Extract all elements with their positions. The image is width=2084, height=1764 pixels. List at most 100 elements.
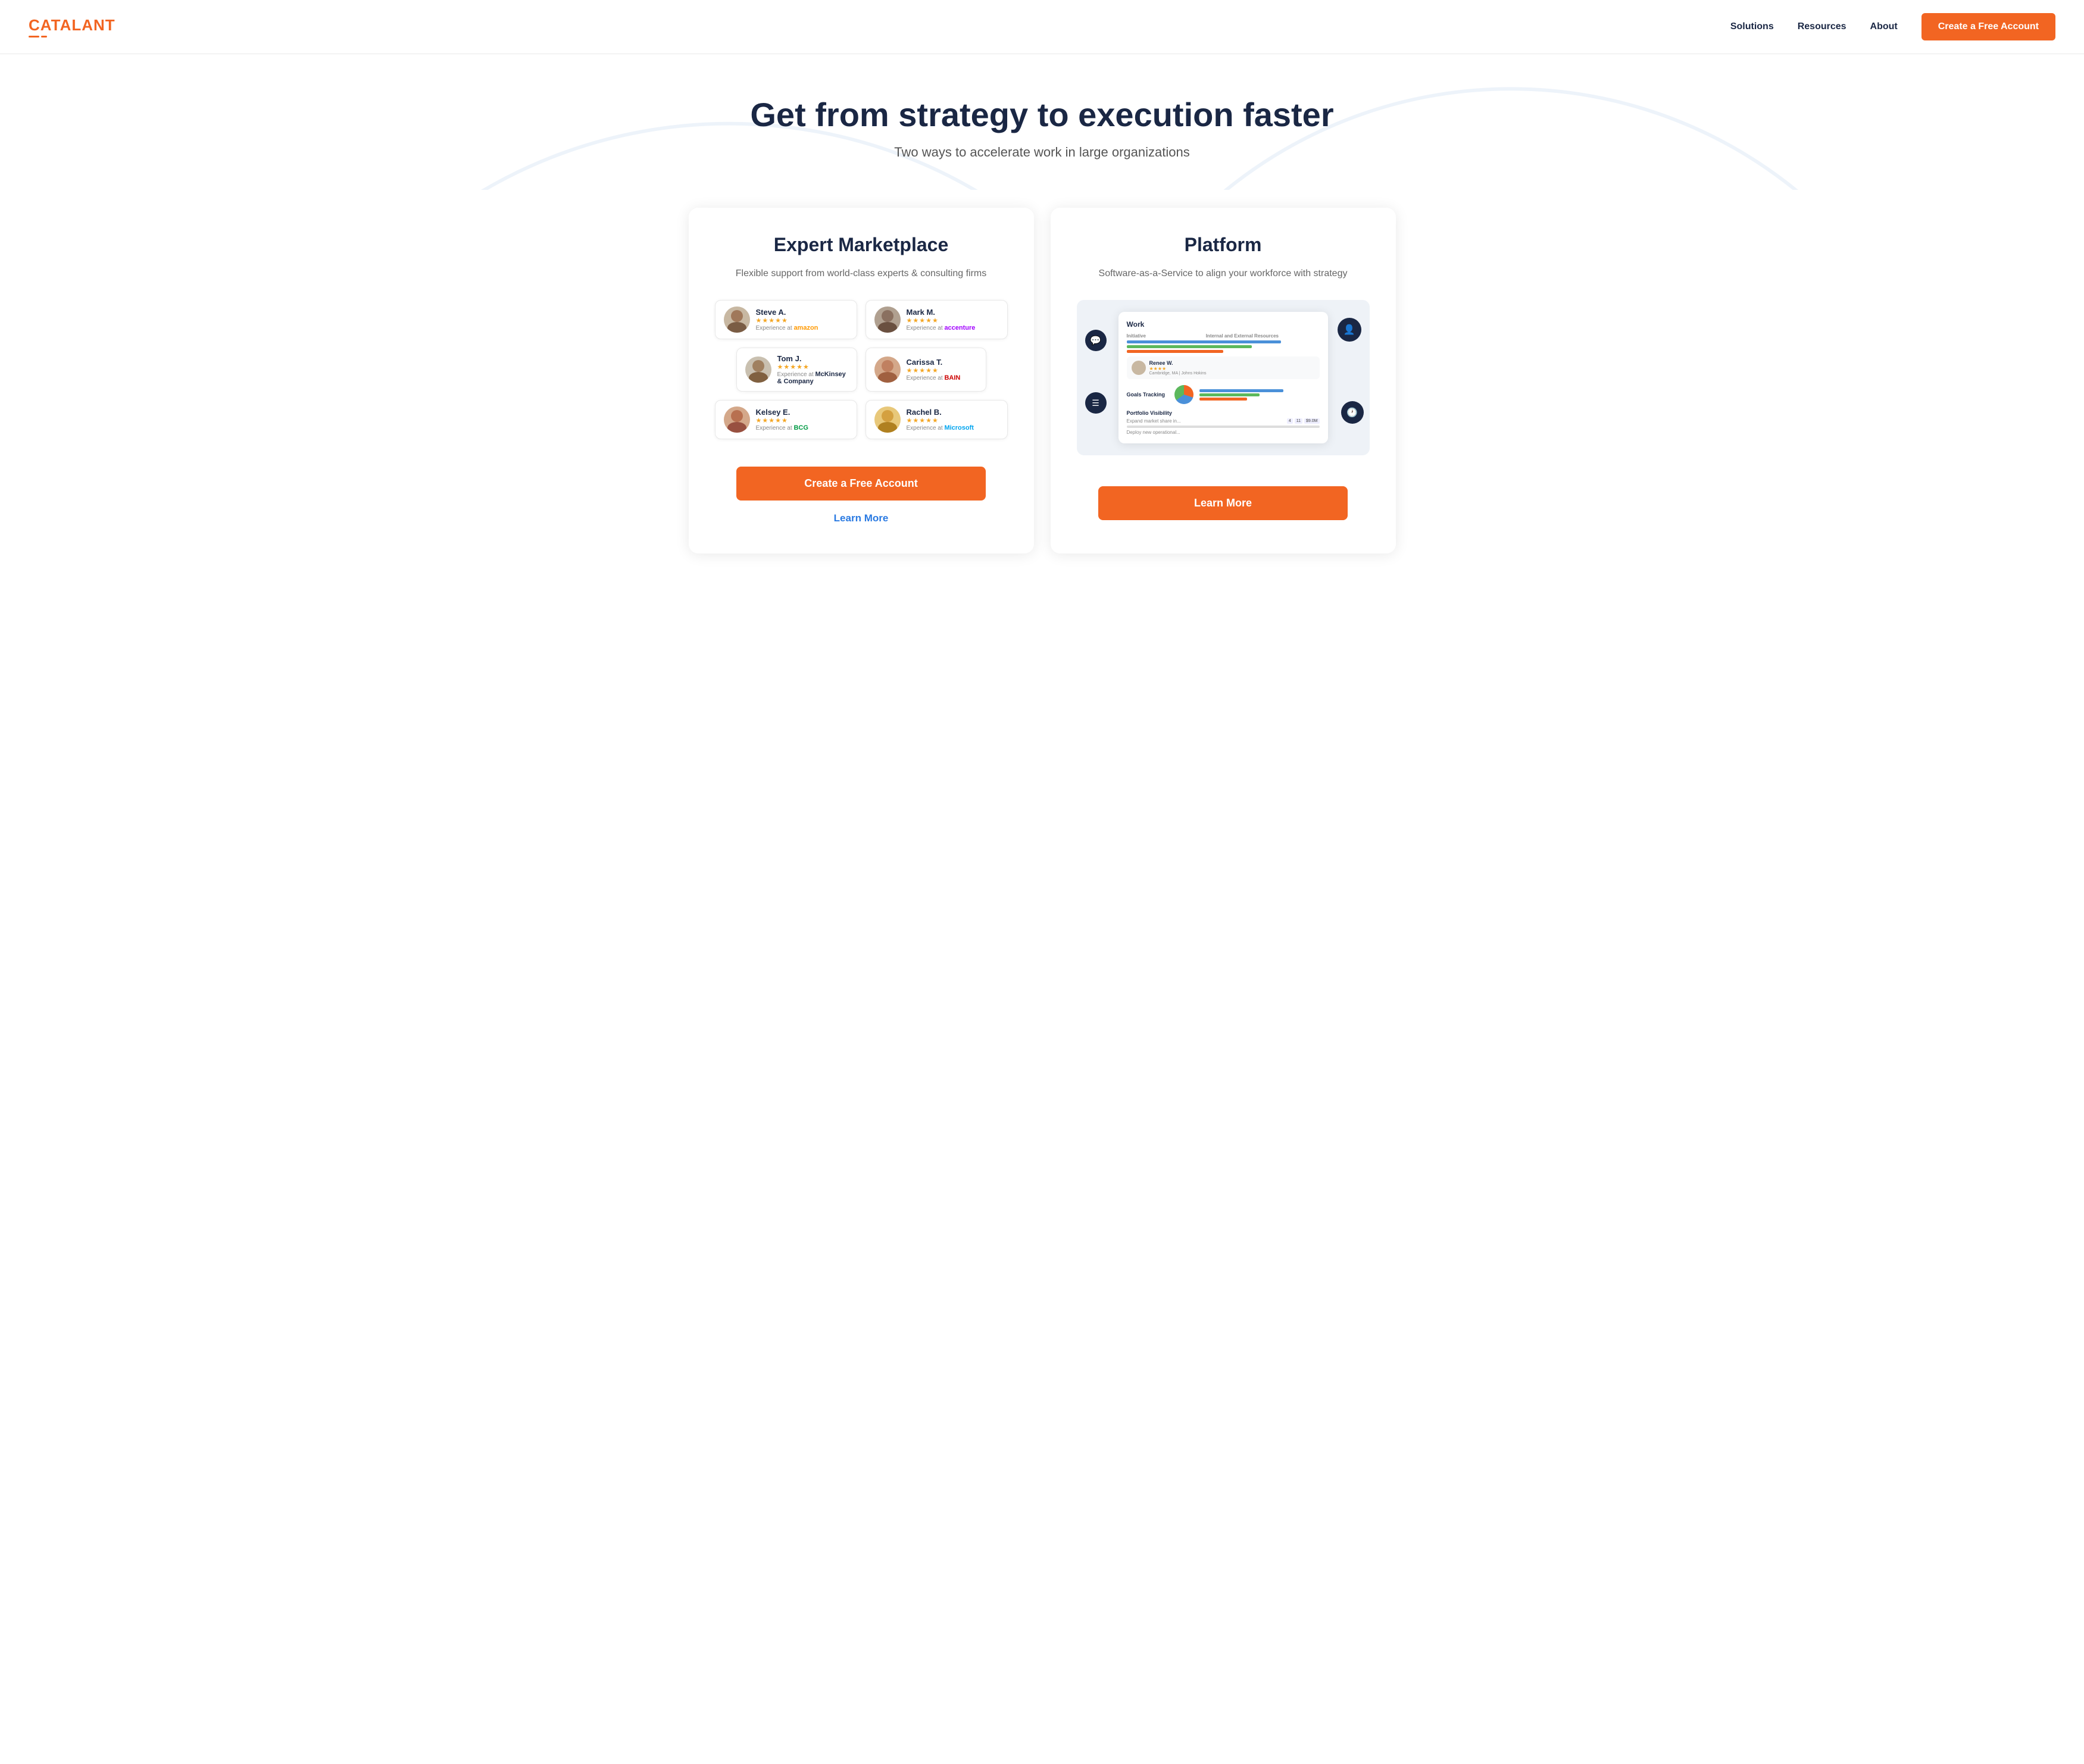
marketplace-learn-more-link[interactable]: Learn More — [834, 512, 889, 524]
nav-resources[interactable]: Resources — [1798, 21, 1846, 32]
expert-exp-kelsey: Experience at BCG — [756, 424, 808, 431]
logo-bar-2 — [41, 36, 47, 37]
mock-profile-avatar — [1132, 361, 1146, 375]
marketplace-card: Expert Marketplace Flexible support from… — [689, 208, 1034, 553]
hero-section: Get from strategy to execution faster Tw… — [0, 54, 2084, 190]
hero-heading: Get from strategy to execution faster — [29, 96, 2055, 134]
expert-exp-rachel: Experience at Microsoft — [907, 424, 974, 431]
expert-info-kelsey: Kelsey E. ★★★★★ Experience at BCG — [756, 408, 808, 431]
expert-avatar-steve — [724, 306, 750, 333]
logo-wordmark: CATALANT — [29, 16, 115, 34]
expert-avatar-rachel — [874, 406, 901, 433]
expert-card-mark: Mark M. ★★★★★ Experience at accenture — [866, 300, 1008, 339]
expert-company-mark: accenture — [944, 324, 975, 331]
expert-name-kelsey: Kelsey E. — [756, 408, 808, 417]
expert-stars-tom: ★★★★★ — [777, 363, 848, 371]
mock-goals-section: Goals Tracking — [1127, 385, 1320, 404]
mock-stat-2: 11 — [1295, 418, 1302, 424]
mock-bar-chart-area — [1199, 389, 1320, 401]
expert-name-carissa: Carissa T. — [907, 358, 961, 367]
platform-title: Platform — [1185, 234, 1262, 256]
mock-deploy-label: Deploy new operational... — [1127, 430, 1320, 435]
expert-name-mark: Mark M. — [907, 308, 976, 317]
mock-initiative-header: Initiative Internal and External Resourc… — [1127, 333, 1320, 339]
expert-row-1: Steve A. ★★★★★ Experience at amazon Mark… — [715, 300, 1008, 339]
expert-avatar-mark — [874, 306, 901, 333]
mock-portfolio-row-1: Expand market share in... 4 11 $9.0M — [1127, 418, 1320, 424]
expert-info-tom: Tom J. ★★★★★ Experience at McKinsey & Co… — [777, 354, 848, 385]
expert-avatar-kelsey — [724, 406, 750, 433]
logo-text: CATALANT — [29, 16, 115, 35]
mock-stat-1: 4 — [1287, 418, 1293, 424]
floating-icon-chat: 💬 — [1085, 330, 1107, 351]
mock-bar-3 — [1127, 350, 1223, 353]
mock-goal-bar-2 — [1199, 393, 1260, 396]
marketplace-cta-button[interactable]: Create a Free Account — [736, 467, 985, 501]
mock-progress-bar-empty — [1127, 426, 1320, 428]
expert-info-mark: Mark M. ★★★★★ Experience at accenture — [907, 308, 976, 331]
floating-icon-list: ☰ — [1085, 392, 1107, 414]
expert-info-carissa: Carissa T. ★★★★★ Experience at BAIN — [907, 358, 961, 381]
expert-card-tom: Tom J. ★★★★★ Experience at McKinsey & Co… — [736, 348, 857, 392]
platform-subtitle: Software-as-a-Service to align your work… — [1099, 267, 1348, 281]
expert-stars-carissa: ★★★★★ — [907, 367, 961, 374]
mock-bar-1 — [1127, 340, 1281, 343]
logo-bar-1 — [29, 36, 39, 37]
expert-stars-mark: ★★★★★ — [907, 317, 976, 324]
platform-cta-button[interactable]: Learn More — [1098, 486, 1347, 520]
mock-resources-col: Internal and External Resources — [1206, 333, 1320, 339]
expert-row-2: Tom J. ★★★★★ Experience at McKinsey & Co… — [736, 348, 986, 392]
mock-profile-info: Renee W. ★★★★ Cambridge, MA | Johns Hoki… — [1149, 360, 1207, 376]
expert-stars-steve: ★★★★★ — [756, 317, 818, 324]
mock-profile-loc: Cambridge, MA | Johns Hokins — [1149, 371, 1207, 376]
mock-donut-chart — [1174, 385, 1193, 404]
platform-card: Platform Software-as-a-Service to align … — [1051, 208, 1396, 553]
mock-portfolio-section: Portfolio Visibility Expand market share… — [1127, 410, 1320, 435]
expert-card-steve: Steve A. ★★★★★ Experience at amazon — [715, 300, 857, 339]
mock-portfolio-label: Portfolio Visibility — [1127, 410, 1320, 416]
floating-icon-clock: 🕐 — [1341, 401, 1364, 424]
expert-company-rachel: Microsoft — [944, 424, 974, 431]
mock-profile-stars: ★★★★ — [1149, 366, 1207, 371]
floating-icon-person: 👤 — [1338, 318, 1361, 342]
expert-avatar-carissa — [874, 356, 901, 383]
expert-avatar-tom — [745, 356, 771, 383]
mock-goal-bar-1 — [1199, 389, 1283, 392]
expert-company-steve: amazon — [793, 324, 818, 331]
expert-name-steve: Steve A. — [756, 308, 818, 317]
expert-stars-rachel: ★★★★★ — [907, 417, 974, 424]
expert-card-carissa: Carissa T. ★★★★★ Experience at BAIN — [866, 348, 986, 392]
expert-name-rachel: Rachel B. — [907, 408, 974, 417]
platform-mockup: 💬 👤 🕐 ☰ Work Initiative Internal and Ext… — [1077, 300, 1370, 455]
expert-company-tom: McKinsey & Company — [777, 371, 846, 385]
navbar: CATALANT Solutions Resources About Creat… — [0, 0, 2084, 54]
hero-subheading: Two ways to accelerate work in large org… — [29, 145, 2055, 160]
mock-initiative-col: Initiative — [1127, 333, 1202, 339]
mock-work-label: Work — [1127, 320, 1320, 329]
mock-main-window: Work Initiative Internal and External Re… — [1118, 312, 1328, 443]
expert-info-rachel: Rachel B. ★★★★★ Experience at Microsoft — [907, 408, 974, 431]
expert-company-carissa: BAIN — [944, 374, 960, 381]
nav-solutions[interactable]: Solutions — [1730, 21, 1774, 32]
marketplace-title: Expert Marketplace — [774, 234, 948, 256]
mock-initiative-section: Initiative Internal and External Resourc… — [1127, 333, 1320, 353]
expert-card-kelsey: Kelsey E. ★★★★★ Experience at BCG — [715, 400, 857, 439]
nav-about[interactable]: About — [1870, 21, 1898, 32]
cards-section: Expert Marketplace Flexible support from… — [0, 190, 2084, 589]
mock-goal-bar-3 — [1199, 398, 1248, 401]
logo[interactable]: CATALANT — [29, 16, 115, 37]
expert-row-3: Kelsey E. ★★★★★ Experience at BCG Rachel… — [715, 400, 1008, 439]
expert-company-kelsey: BCG — [793, 424, 808, 431]
mock-profile-card: Renee W. ★★★★ Cambridge, MA | Johns Hoki… — [1127, 356, 1320, 379]
mock-goals-label: Goals Tracking — [1127, 392, 1168, 398]
nav-links: Solutions Resources About Create a Free … — [1730, 13, 2055, 40]
mock-bar-2 — [1127, 345, 1252, 348]
expert-grid: Steve A. ★★★★★ Experience at amazon Mark… — [715, 300, 1008, 448]
mock-stat-3: $9.0M — [1304, 418, 1319, 424]
mock-profile-name: Renee W. — [1149, 360, 1207, 366]
expert-exp-steve: Experience at amazon — [756, 324, 818, 331]
expert-info-steve: Steve A. ★★★★★ Experience at amazon — [756, 308, 818, 331]
nav-cta-button[interactable]: Create a Free Account — [1921, 13, 2055, 40]
expert-exp-mark: Experience at accenture — [907, 324, 976, 331]
expert-exp-tom: Experience at McKinsey & Company — [777, 371, 848, 385]
